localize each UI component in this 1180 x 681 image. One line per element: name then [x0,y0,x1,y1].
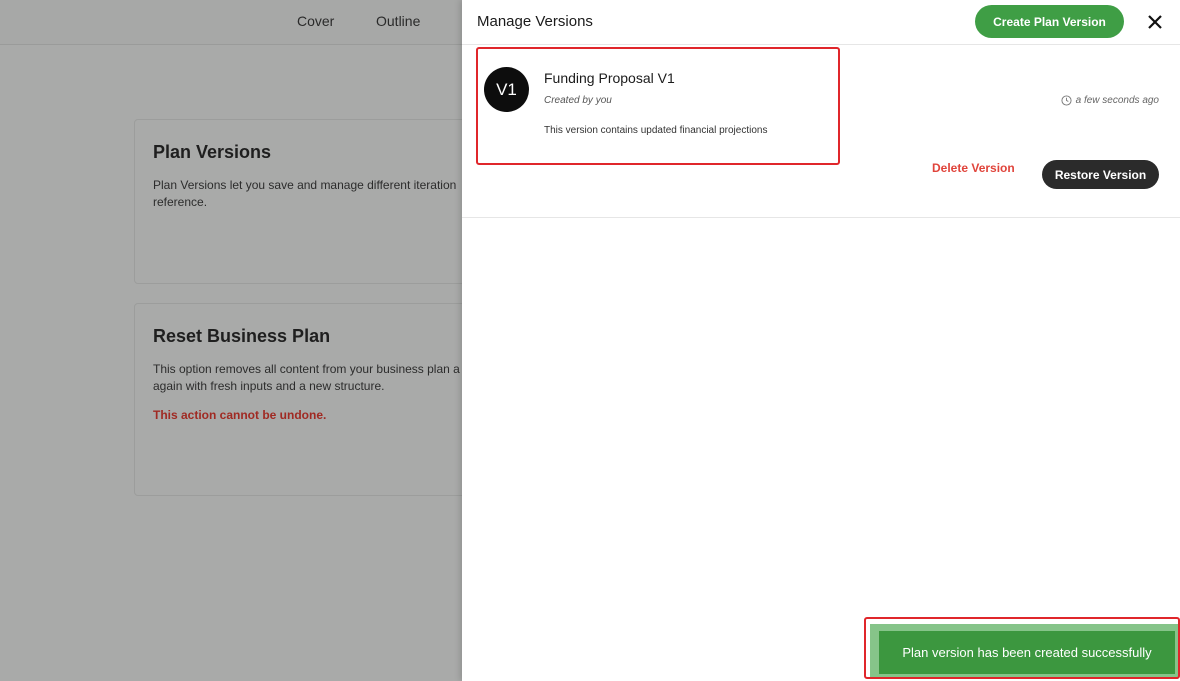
create-plan-version-button[interactable]: Create Plan Version [975,5,1124,38]
tab-outline[interactable]: Outline [376,13,420,29]
drawer-header: Manage Versions Create Plan Version [462,0,1180,45]
version-time-text: a few seconds ago [1075,95,1159,106]
tab-cover[interactable]: Cover [297,13,334,29]
restore-version-button[interactable]: Restore Version [1042,160,1159,189]
success-toast: Plan version has been created successful… [879,631,1175,674]
reset-text-2: again with fresh inputs and a new struct… [153,379,385,393]
version-timestamp: a few seconds ago [1061,95,1159,106]
version-avatar: V1 [484,67,529,112]
version-item: V1 Funding Proposal V1 Created by you Th… [462,46,1180,218]
reset-text: This option removes all content from you… [153,362,460,376]
drawer-title: Manage Versions [477,13,593,30]
reset-warning: This action cannot be undone. [153,408,327,422]
reset-business-plan-card: Reset Business Plan This option removes … [134,303,494,496]
version-name: Funding Proposal V1 [544,70,675,86]
version-created-by: Created by you [544,95,612,106]
manage-versions-drawer: Manage Versions Create Plan Version V1 F… [462,0,1180,681]
plan-versions-text: Plan Versions let you save and manage di… [153,178,457,192]
reset-title: Reset Business Plan [153,326,331,346]
plan-versions-text-2: reference. [153,195,208,209]
version-description: This version contains updated financial … [544,125,768,136]
delete-version-button[interactable]: Delete Version [932,161,1015,175]
close-icon[interactable] [1144,11,1166,33]
plan-versions-title: Plan Versions [153,142,272,162]
plan-versions-card: Plan Versions Plan Versions let you save… [134,119,494,284]
clock-icon [1061,95,1072,106]
